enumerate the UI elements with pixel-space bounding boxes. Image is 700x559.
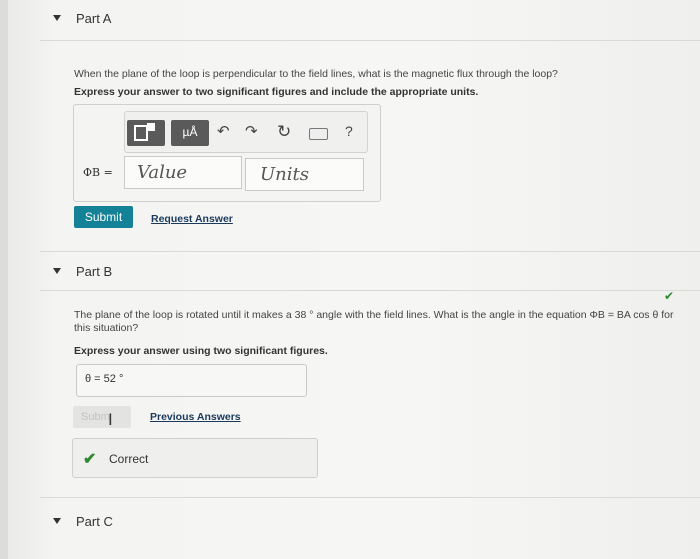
flux-variable-label: ΦB = — [83, 166, 113, 179]
collapse-caret-icon[interactable] — [53, 15, 61, 21]
submit-button[interactable]: Submit — [74, 206, 133, 228]
theta-answer-value: θ = 52 ° — [85, 373, 124, 385]
part-b-question: The plane of the loop is rotated until i… — [74, 309, 674, 321]
part-b-title[interactable]: Part B — [76, 264, 112, 279]
units-placeholder: Units — [260, 164, 309, 185]
correct-feedback-box: ✔ Correct — [72, 438, 318, 478]
completed-check-icon: ✔ — [664, 289, 675, 303]
part-a-question: When the plane of the loop is perpendicu… — [74, 68, 558, 80]
math-toolbar: µÅ ↶ ↷ ↻ ? — [124, 111, 368, 153]
theta-answer-field: θ = 52 ° — [76, 364, 307, 397]
part-b-question-cont: this situation? — [74, 322, 139, 334]
correct-label: Correct — [109, 452, 149, 466]
previous-answers-link[interactable]: Previous Answers — [150, 411, 241, 423]
help-icon[interactable]: ? — [345, 123, 353, 139]
templates-icon — [134, 125, 148, 141]
part-a-instruction: Express your answer to two significant f… — [74, 86, 479, 98]
reset-icon[interactable]: ↻ — [277, 122, 291, 142]
undo-icon[interactable]: ↶ — [217, 122, 230, 142]
keyboard-icon[interactable] — [309, 128, 328, 140]
value-input[interactable]: Value — [124, 156, 242, 189]
part-c-title[interactable]: Part C — [76, 514, 113, 529]
redo-icon[interactable]: ↷ — [245, 122, 258, 142]
divider — [40, 497, 700, 498]
collapse-caret-icon[interactable] — [53, 518, 61, 524]
divider — [40, 290, 700, 291]
collapse-caret-icon[interactable] — [53, 268, 61, 274]
templates-button[interactable] — [127, 120, 165, 146]
left-edge-strip — [0, 0, 8, 559]
text-cursor-icon: I — [108, 410, 113, 429]
templates-icon-part — [147, 123, 155, 131]
part-a-title[interactable]: Part A — [76, 11, 111, 26]
units-symbols-icon: µÅ — [182, 125, 198, 139]
divider — [40, 251, 700, 252]
submit-button-disabled: Subm — [73, 406, 131, 428]
problem-page: Part A When the plane of the loop is per… — [0, 0, 700, 559]
value-placeholder: Value — [137, 162, 188, 183]
request-answer-link[interactable]: Request Answer — [151, 213, 233, 225]
divider — [40, 40, 700, 41]
units-input[interactable]: Units — [245, 158, 364, 191]
units-symbols-button[interactable]: µÅ — [171, 120, 209, 146]
check-icon: ✔ — [83, 451, 97, 468]
part-b-instruction: Express your answer using two significan… — [74, 345, 328, 357]
